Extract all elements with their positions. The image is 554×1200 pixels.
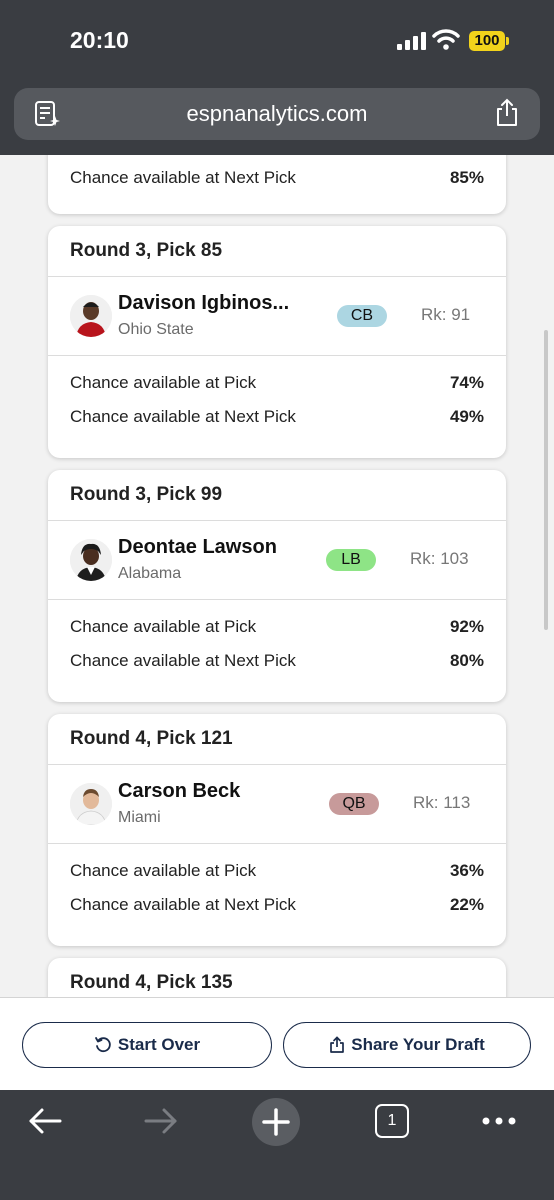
start-over-label: Start Over (117, 1035, 201, 1054)
stat-label: Chance available at Pick (70, 373, 257, 392)
pick-heading: Round 3, Pick 85 (48, 226, 506, 277)
player-school: Miami (118, 809, 161, 826)
restart-icon (94, 1037, 111, 1053)
draft-pick-card: Chance available at Next Pick 85% (48, 155, 506, 214)
position-badge: QB (329, 793, 379, 815)
stat-row: Chance available at Pick 36% (70, 861, 484, 895)
url-bar[interactable]: espnanalytics.com (14, 88, 540, 140)
forward-arrow-icon[interactable] (142, 1104, 180, 1138)
stat-row: Chance available at Next Pick 49% (70, 407, 484, 441)
position-badge: LB (326, 549, 376, 571)
stat-value: 74% (449, 373, 484, 392)
stat-value: 22% (449, 895, 484, 914)
position-badge: CB (337, 305, 387, 327)
wifi-icon (432, 29, 460, 50)
url-text[interactable]: espnanalytics.com (14, 101, 540, 127)
stat-row: Chance available at Next Pick 80% (70, 651, 484, 685)
share-icon[interactable] (494, 98, 520, 128)
stat-label: Chance available at Pick (70, 861, 257, 880)
stat-label: Chance available at Next Pick (70, 651, 296, 670)
draft-results-list[interactable]: Chance available at Next Pick 85% Round … (0, 155, 554, 997)
start-over-button[interactable]: Start Over (22, 1022, 272, 1068)
stat-row: Chance available at Next Pick 85% (70, 168, 484, 202)
stat-row: Chance available at Pick 74% (70, 373, 484, 407)
pick-heading: Round 3, Pick 99 (48, 470, 506, 521)
status-time: 20:10 (70, 27, 129, 53)
share-draft-button[interactable]: Share Your Draft (283, 1022, 531, 1068)
player-name: Carson Beck (118, 780, 241, 802)
more-icon[interactable] (481, 1116, 517, 1126)
scrollbar[interactable] (544, 330, 548, 630)
action-bar: Start Over Share Your Draft (0, 997, 554, 1090)
player-row[interactable]: Deontae Lawson Alabama LB Rk: 103 (48, 521, 506, 600)
stat-label: Chance available at Next Pick (70, 168, 296, 187)
plus-icon[interactable] (252, 1098, 300, 1146)
avatar (70, 295, 112, 337)
stat-label: Chance available at Next Pick (70, 407, 296, 426)
stat-value: 80% (449, 651, 484, 670)
player-name: Davison Igbinos... (118, 292, 290, 314)
avatar (70, 783, 112, 825)
draft-pick-card: Round 4, Pick 121 Carson Beck Miami QB R… (48, 714, 506, 946)
player-row[interactable]: Carson Beck Miami QB Rk: 113 (48, 765, 506, 844)
player-name: Deontae Lawson (118, 536, 277, 558)
top-chrome: 20:10 100 espnanalytics.com (0, 0, 554, 155)
tabs-icon[interactable]: 1 (375, 1104, 409, 1138)
player-school: Ohio State (118, 321, 194, 338)
stat-label: Chance available at Pick (70, 617, 257, 636)
stat-value: 92% (449, 617, 484, 636)
rank-label: Rk: 103 (410, 549, 469, 568)
draft-pick-card: Round 4, Pick 135 (48, 958, 506, 997)
share-icon (330, 1036, 345, 1053)
pick-heading: Round 4, Pick 121 (48, 714, 506, 765)
stat-value: 85% (449, 168, 484, 187)
player-row[interactable]: Davison Igbinos... Ohio State CB Rk: 91 (48, 277, 506, 356)
battery-tip (506, 37, 509, 45)
tab-count: 1 (387, 1112, 397, 1129)
browser-nav-bar: 1 (0, 1090, 554, 1200)
signal-icon (397, 32, 427, 50)
pick-heading: Round 4, Pick 135 (70, 972, 233, 993)
stat-row: Chance available at Next Pick 22% (70, 895, 484, 929)
draft-pick-card: Round 3, Pick 85 Davison Igbinos... Ohio… (48, 226, 506, 458)
draft-pick-card: Round 3, Pick 99 Deontae Lawson Alabama … (48, 470, 506, 702)
rank-label: Rk: 113 (413, 793, 471, 812)
stat-value: 36% (449, 861, 484, 880)
player-school: Alabama (118, 565, 182, 582)
avatar (70, 539, 112, 581)
stat-value: 49% (449, 407, 484, 426)
stat-label: Chance available at Next Pick (70, 895, 296, 914)
back-arrow-icon[interactable] (26, 1104, 64, 1138)
battery-indicator: 100 (469, 31, 505, 51)
rank-label: Rk: 91 (421, 305, 471, 324)
share-draft-label: Share Your Draft (351, 1035, 485, 1054)
stat-row: Chance available at Pick 92% (70, 617, 484, 651)
